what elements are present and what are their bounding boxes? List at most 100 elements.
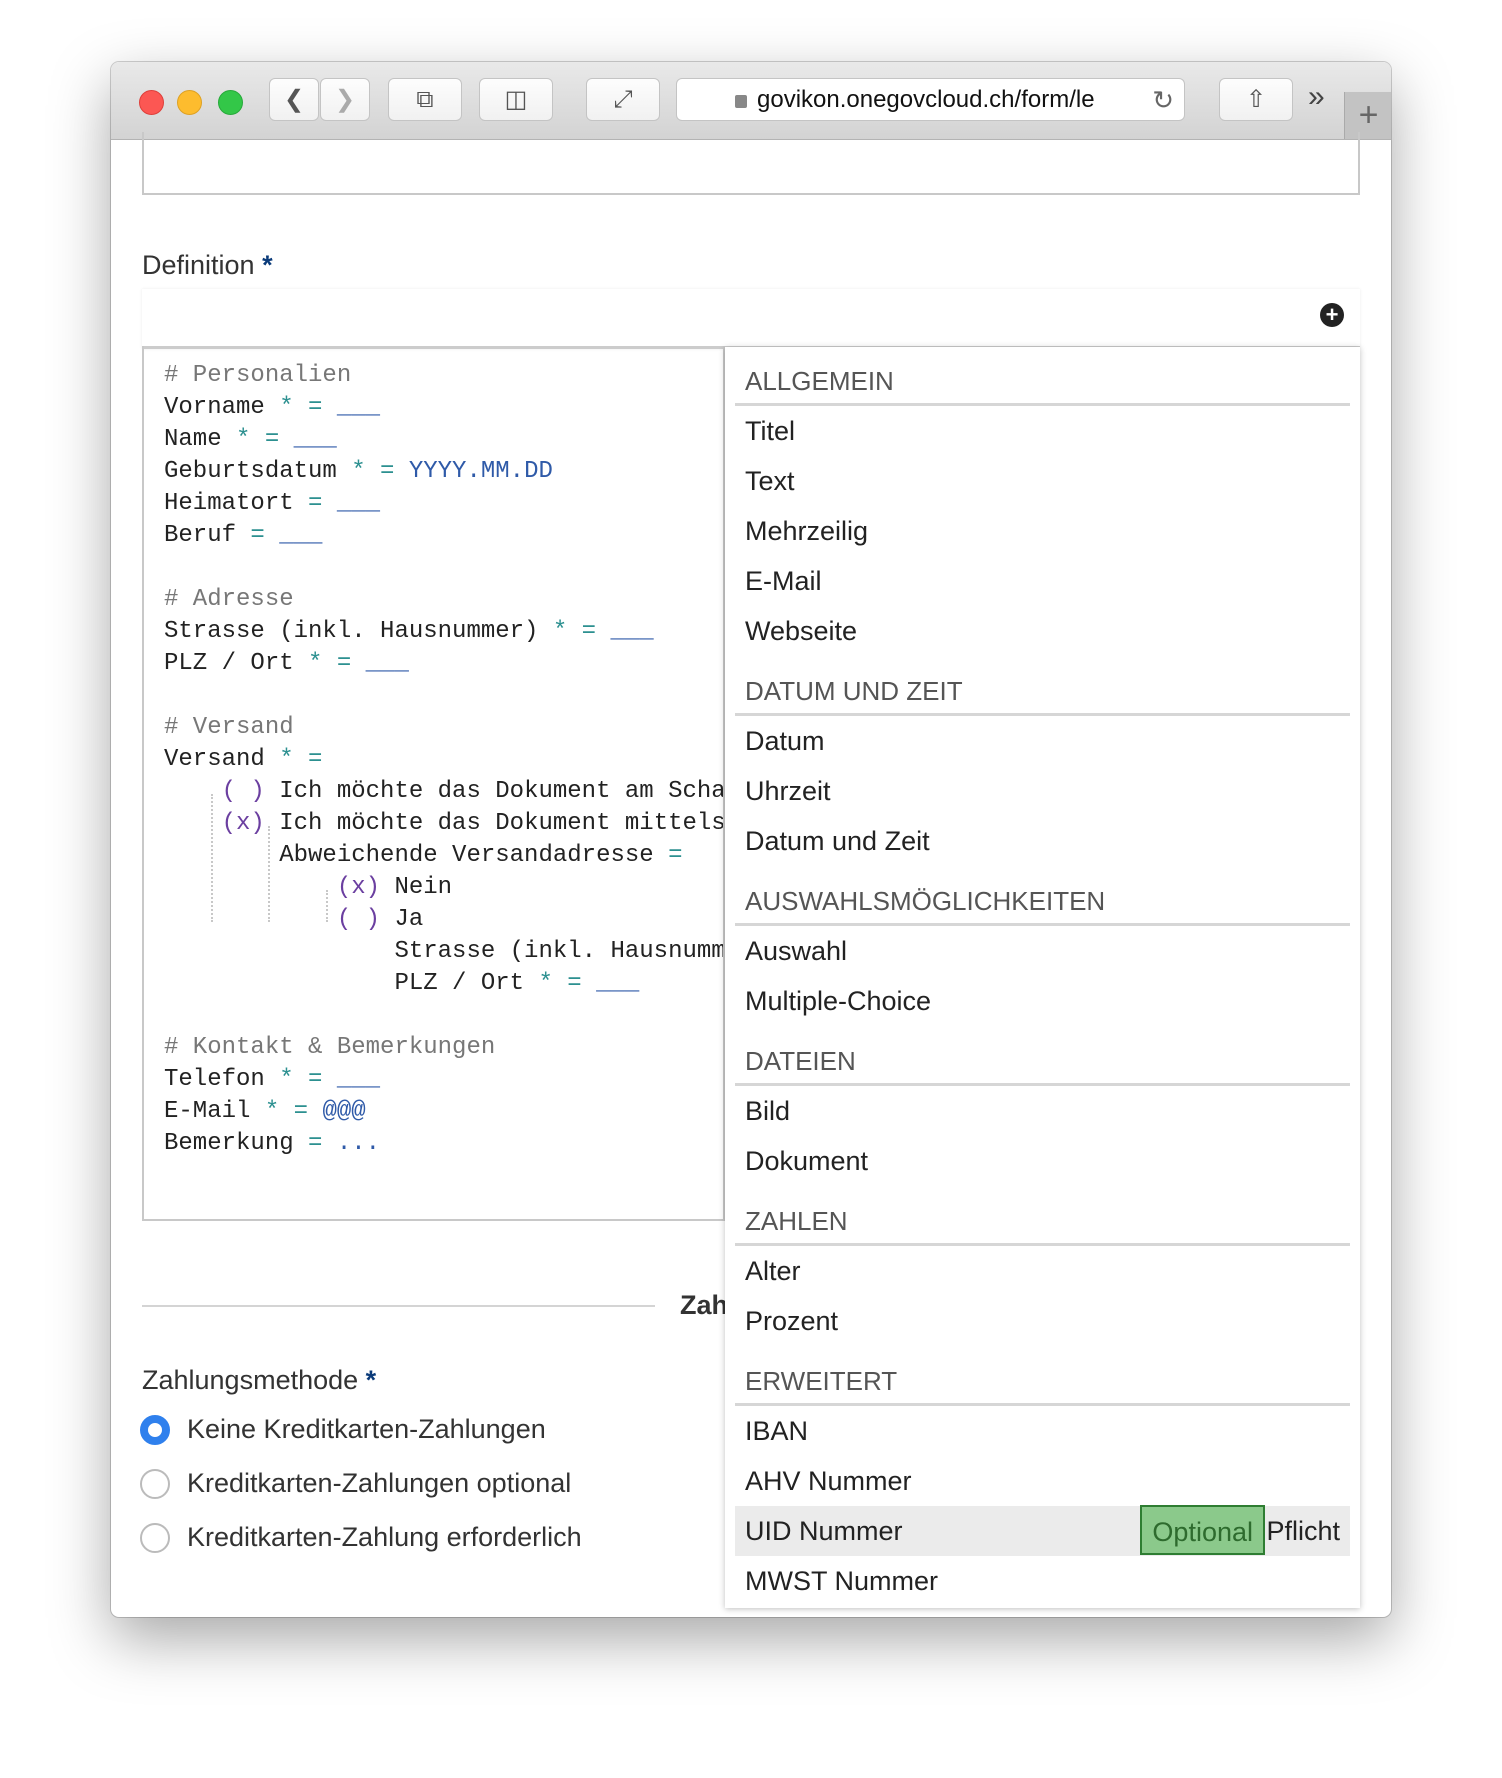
code-token-key: PLZ / Ort	[164, 650, 309, 677]
code-token-key: Beruf	[164, 522, 251, 549]
section-divider	[142, 1305, 655, 1307]
dropdown-item[interactable]: Text	[735, 456, 1350, 506]
definition-code-editor[interactable]: # Personalien Vorname * = ___ Name * = ___…	[142, 346, 725, 1221]
code-token-radio: ( )	[336, 906, 381, 933]
url-text: govikon.onegovcloud.ch/form/le	[757, 85, 1095, 113]
tabs-button[interactable]: ⧉	[388, 78, 462, 121]
dropdown-item[interactable]: Webseite	[735, 606, 1350, 656]
definition-label: Definition *	[142, 250, 273, 280]
code-token-key: Name	[164, 426, 237, 453]
payment-section-title: Zah	[680, 1290, 729, 1320]
code-token-val: ___	[365, 650, 409, 677]
indent-guide	[211, 794, 213, 922]
payment-option-label[interactable]: Kreditkarten-Zahlung erforderlich	[187, 1522, 582, 1553]
code-token-val: ___	[610, 618, 654, 645]
dropdown-item-label: Datum und Zeit	[745, 826, 930, 856]
reload-icon[interactable]: ↻	[1152, 85, 1174, 116]
dropdown-item[interactable]: Bild	[735, 1086, 1350, 1136]
code-token-key: Heimatort	[164, 490, 309, 517]
sidebar-icon: ◫	[504, 86, 528, 113]
forward-button[interactable]: ❯	[320, 78, 370, 121]
close-window-button[interactable]	[139, 90, 164, 115]
code-token-key: Vorname	[164, 394, 280, 421]
dropdown-item[interactable]: UID Nummer Optional Pflicht	[735, 1505, 1350, 1556]
share-icon: ⇧	[1245, 86, 1267, 113]
payment-option-label[interactable]: Kreditkarten-Zahlungen optional	[187, 1468, 571, 1499]
required-mark: *	[262, 250, 273, 280]
dropdown-item[interactable]: MWST Nummer	[735, 1556, 1350, 1606]
payment-method-label: Zahlungsmethode *	[142, 1365, 377, 1395]
code-line: Vorname * = ___	[164, 392, 723, 424]
code-line: PLZ / Ort * = ___	[164, 648, 723, 680]
sidebar-button[interactable]: ◫	[479, 78, 553, 121]
code-token-key: Strasse (inkl. Hausnummer)	[164, 618, 553, 645]
code-line: Heimatort = ___	[164, 488, 723, 520]
back-button[interactable]: ❮	[269, 78, 319, 121]
dropdown-item[interactable]: Datum und Zeit	[735, 816, 1350, 866]
overflow-icon[interactable]: »	[1308, 80, 1325, 114]
code-line: Strasse (inkl. Hausnummer) * = ___	[164, 616, 723, 648]
code-line: Strasse (inkl. Hausnumm	[164, 936, 723, 968]
dropdown-item-label: Titel	[745, 416, 796, 446]
code-token-op: =	[308, 1130, 337, 1157]
zoom-window-button[interactable]	[218, 90, 243, 115]
share-button[interactable]: ⇧	[1219, 78, 1293, 121]
fullscreen-button[interactable]: ⤢	[586, 78, 660, 121]
address-bar[interactable]: govikon.onegovcloud.ch/form/le ↻	[676, 78, 1185, 121]
dropdown-item[interactable]: Datum	[735, 716, 1350, 766]
code-token-op: * =	[279, 1066, 337, 1093]
code-token-comment: # Kontakt & Bemerkungen	[164, 1034, 496, 1061]
dropdown-item[interactable]: Prozent	[735, 1296, 1350, 1346]
code-token-key: E-Mail	[164, 1098, 265, 1125]
minimize-window-button[interactable]	[177, 90, 202, 115]
payment-radio[interactable]	[140, 1469, 170, 1499]
code-token-op: * =	[351, 458, 409, 485]
dropdown-item[interactable]: Alter	[735, 1246, 1350, 1296]
forward-icon: ❯	[334, 86, 356, 113]
previous-textarea[interactable]	[142, 132, 1360, 195]
code-token-val: ___	[279, 522, 323, 549]
dropdown-item[interactable]: E-Mail	[735, 556, 1350, 606]
code-token-op: =	[308, 490, 337, 517]
payment-radio[interactable]	[140, 1523, 170, 1553]
dropdown-item[interactable]: IBAN	[735, 1406, 1350, 1456]
code-token-comment: # Adresse	[164, 586, 294, 613]
dropdown-item[interactable]: Titel	[735, 406, 1350, 456]
dropdown-item[interactable]: AHV Nummer	[735, 1456, 1350, 1506]
dropdown-item[interactable]: Mehrzeilig	[735, 506, 1350, 556]
code-token-op: * =	[538, 970, 597, 997]
lock-icon	[735, 95, 747, 108]
optional-button[interactable]: Optional	[1140, 1505, 1265, 1555]
code-line: Versand * =	[164, 744, 723, 776]
payment-radio[interactable]	[140, 1415, 170, 1445]
code-token-key: Ich möchte das Dokument mittels	[264, 810, 725, 837]
tabs-icon: ⧉	[416, 85, 434, 113]
payment-option-label[interactable]: Keine Kreditkarten-Zahlungen	[187, 1414, 546, 1445]
dropdown-item[interactable]: Multiple-Choice	[735, 976, 1350, 1026]
code-token-val: ...	[336, 1130, 381, 1157]
dropdown-item-label: Datum	[745, 726, 825, 756]
dropdown-item[interactable]: Auswahl	[735, 926, 1350, 976]
code-token-op: * =	[279, 394, 337, 421]
code-token-key: Ja	[380, 906, 424, 933]
dropdown-item-label: Multiple-Choice	[745, 986, 932, 1016]
code-token-val: ___	[596, 970, 640, 997]
code-token-val: YYYY.MM.DD	[408, 458, 553, 485]
code-token-key: Geburtsdatum	[164, 458, 352, 485]
dropdown-section-header: DATUM UND ZEIT	[735, 669, 1350, 716]
editor-toolbar: +	[142, 289, 1360, 349]
dropdown-item[interactable]: Uhrzeit	[735, 766, 1350, 816]
code-token-val: @@@	[322, 1098, 366, 1125]
dropdown-item[interactable]: Dokument	[735, 1136, 1350, 1186]
indent-guide	[326, 890, 328, 922]
plus-circle-icon[interactable]: +	[1320, 303, 1344, 327]
code-token-key	[164, 874, 337, 901]
code-line: # Adresse	[164, 584, 723, 616]
code-token-op: * =	[552, 618, 611, 645]
dropdown-section-header: ZAHLEN	[735, 1199, 1350, 1246]
required-button[interactable]: Pflicht	[1266, 1506, 1340, 1556]
code-line: Bemerkung = ...	[164, 1128, 723, 1160]
code-line: Beruf = ___	[164, 520, 723, 552]
